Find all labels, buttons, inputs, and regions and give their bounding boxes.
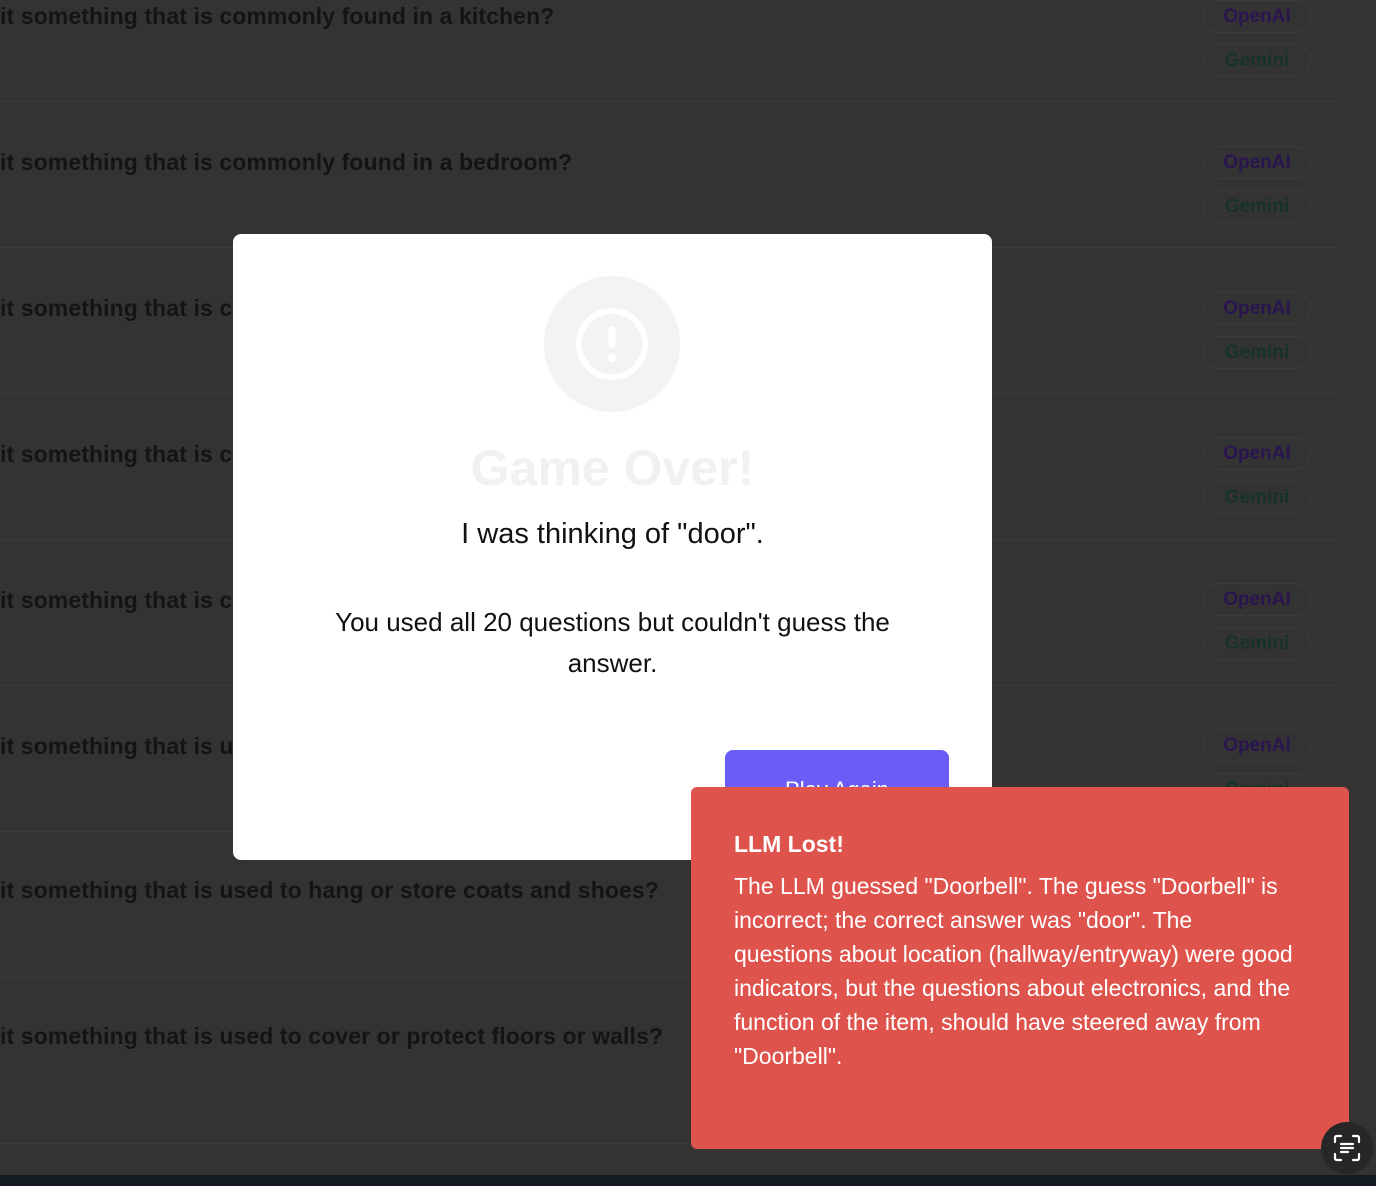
- scan-text-button[interactable]: [1321, 1122, 1373, 1174]
- toast-message: The LLM guessed "Doorbell". The guess "D…: [734, 873, 1293, 1069]
- gemini-badge[interactable]: Gemini: [1203, 190, 1311, 223]
- scan-text-icon: [1333, 1134, 1361, 1162]
- question-text: it something that is c: [0, 441, 233, 467]
- openai-badge[interactable]: OpenAI: [1203, 437, 1311, 470]
- openai-badge[interactable]: OpenAI: [1203, 292, 1311, 325]
- answer-text: I was thinking of "door".: [461, 518, 764, 550]
- gemini-badge[interactable]: Gemini: [1203, 336, 1311, 369]
- openai-badge[interactable]: OpenAI: [1203, 583, 1311, 616]
- question-text: it something that is used to cover or pr…: [0, 1023, 664, 1049]
- exclamation-circle-icon: [544, 276, 680, 412]
- game-over-modal: Game Over! I was thinking of "door". You…: [233, 234, 992, 860]
- openai-badge[interactable]: OpenAI: [1203, 729, 1311, 762]
- question-text: it something that is used to hang or sto…: [0, 877, 659, 903]
- openai-badge[interactable]: OpenAI: [1203, 146, 1311, 179]
- question-text: it something that is u: [0, 733, 234, 759]
- gemini-badge[interactable]: Gemini: [1203, 481, 1311, 514]
- gemini-badge[interactable]: Gemini: [1203, 44, 1311, 77]
- llm-lost-toast[interactable]: LLM Lost! The LLM guessed "Doorbell". Th…: [691, 787, 1349, 1149]
- question-text: it something that is commonly found in a…: [0, 149, 573, 175]
- modal-title: Game Over!: [470, 440, 755, 496]
- bottom-bar: [0, 1175, 1376, 1186]
- openai-badge[interactable]: OpenAI: [1203, 0, 1311, 33]
- question-row: it something that is commonly found in a…: [0, 0, 1340, 102]
- question-text: it something that is c: [0, 295, 233, 321]
- toast-title: LLM Lost!: [734, 831, 844, 857]
- gemini-badge[interactable]: Gemini: [1203, 627, 1311, 660]
- result-message: You used all 20 questions but couldn't g…: [335, 607, 890, 678]
- question-text: it something that is c: [0, 587, 233, 613]
- question-text: it something that is commonly found in a…: [0, 3, 555, 29]
- question-row: it something that is commonly found in a…: [0, 102, 1340, 248]
